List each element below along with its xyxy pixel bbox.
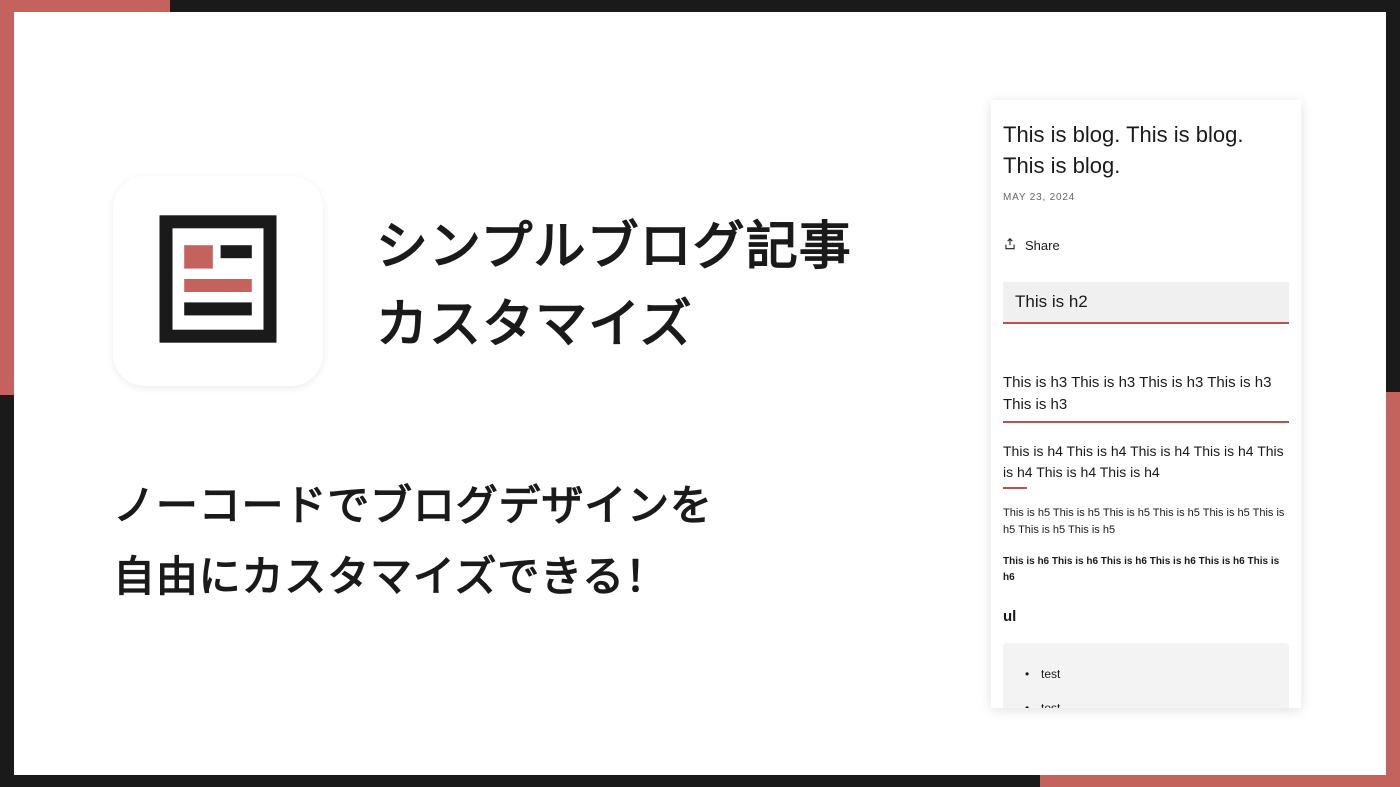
preview-card: This is blog. This is blog. This is blog…	[991, 100, 1301, 708]
share-icon	[1003, 237, 1017, 254]
hero-subtitle-line2: 自由にカスタマイズできる！	[113, 541, 713, 612]
hero-subtitle-line1: ノーコードでブログデザインを	[113, 470, 713, 541]
article-icon	[153, 214, 283, 349]
hero-title: シンプルブログ記事 カスタマイズ	[376, 208, 852, 364]
preview-h5: This is h5 This is h5 This is h5 This is…	[1003, 505, 1289, 540]
preview-h3: This is h3 This is h3 This is h3 This is…	[1003, 372, 1289, 423]
main-canvas: シンプルブログ記事 カスタマイズ ノーコードでブログデザインを 自由にカスタマイ…	[14, 12, 1386, 775]
accent-stripe-bottom	[1040, 775, 1400, 787]
preview-h2: This is h2	[1003, 282, 1289, 324]
accent-stripe-top	[0, 0, 170, 12]
accent-stripe-left	[0, 0, 14, 395]
hero-subtitle: ノーコードでブログデザインを 自由にカスタマイズできる！	[113, 470, 713, 613]
preview-date: MAY 23, 2024	[1003, 192, 1289, 203]
share-label: Share	[1025, 238, 1060, 253]
preview-h4-underline	[1003, 487, 1027, 489]
app-icon	[113, 176, 323, 386]
preview-ul: test test tset	[1003, 643, 1289, 708]
hero-title-line2: カスタマイズ	[376, 286, 852, 364]
preview-ul-label: ul	[1003, 608, 1289, 625]
list-item: test	[1025, 657, 1267, 691]
preview-blog-title: This is blog. This is blog. This is blog…	[1003, 120, 1289, 182]
preview-h4: This is h4 This is h4 This is h4 This is…	[1003, 441, 1289, 483]
hero-title-line1: シンプルブログ記事	[376, 208, 852, 286]
list-item: test	[1025, 691, 1267, 708]
accent-stripe-right	[1386, 392, 1400, 787]
share-button[interactable]: Share	[1003, 237, 1060, 254]
preview-h6: This is h6 This is h6 This is h6 This is…	[1003, 554, 1289, 586]
